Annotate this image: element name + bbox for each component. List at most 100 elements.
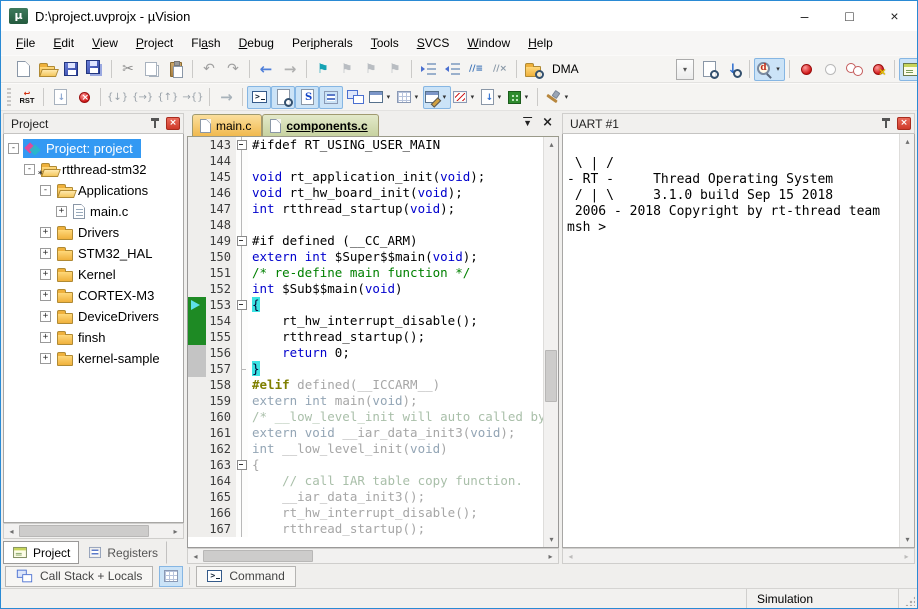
tab-registers[interactable]: Registers <box>79 541 167 564</box>
code-line[interactable]: 167 rtthread_startup(); <box>188 521 543 537</box>
tree-item-stm32-hal[interactable]: +STM32_HAL <box>4 243 183 264</box>
project-window-toggle-button[interactable] <box>899 58 918 81</box>
code-line[interactable]: 157} <box>188 361 543 377</box>
undo-button[interactable]: ↶ <box>197 58 221 81</box>
dropdown-arrow-icon[interactable]: ▾ <box>521 93 531 101</box>
registers-window-button[interactable] <box>319 86 343 109</box>
paste-button[interactable] <box>164 58 188 81</box>
code-line[interactable]: 158#elif defined(__ICCARM__) <box>188 377 543 393</box>
tree-item-cortex-m3[interactable]: +CORTEX-M3 <box>4 285 183 306</box>
show-next-statement-button[interactable] <box>48 86 72 109</box>
menu-tools[interactable]: Tools <box>362 33 408 53</box>
menu-file[interactable]: File <box>7 33 44 53</box>
scroll-down-icon[interactable]: ▾ <box>544 532 559 547</box>
callstack-window-button[interactable] <box>343 86 367 109</box>
tree-item-kernel-sample[interactable]: +kernel-sample <box>4 348 183 369</box>
fold-collapse-icon[interactable] <box>236 457 248 473</box>
insert-breakpoint-button[interactable] <box>794 58 818 81</box>
code-line[interactable]: 149#if defined (__CC_ARM) <box>188 233 543 249</box>
scroll-right-icon[interactable]: ▸ <box>543 549 558 564</box>
resize-grip[interactable] <box>899 589 917 608</box>
command-window-button[interactable] <box>247 86 271 109</box>
scroll-thumb[interactable] <box>19 525 149 537</box>
tree-expander-icon[interactable]: + <box>40 332 51 343</box>
tree-item-drivers[interactable]: +Drivers <box>4 222 183 243</box>
pin-icon[interactable] <box>881 118 891 130</box>
uncomment-button[interactable]: //× <box>488 58 512 81</box>
comment-button[interactable]: //≡ <box>464 58 488 81</box>
code-line[interactable]: 152int $Sub$$main(void) <box>188 281 543 297</box>
editor-tab-main-c[interactable]: main.c <box>192 114 262 136</box>
tree-expander-icon[interactable]: + <box>40 227 51 238</box>
outdent-button[interactable] <box>440 58 464 81</box>
code-line[interactable]: 145void rt_application_init(void); <box>188 169 543 185</box>
scroll-right-icon[interactable]: ▸ <box>899 549 914 564</box>
code-line[interactable]: 156 return 0; <box>188 345 543 361</box>
scroll-thumb[interactable] <box>545 350 557 402</box>
call-stack-tab[interactable]: Call Stack + Locals <box>5 566 153 587</box>
maximize-button[interactable]: □ <box>827 1 872 31</box>
code-line[interactable]: 160/* __low_level_init will auto called … <box>188 409 543 425</box>
editor-vscrollbar[interactable]: ▴ ▾ <box>543 137 558 547</box>
toolbar-grip[interactable] <box>7 88 11 106</box>
disassembly-window-button[interactable] <box>271 86 295 109</box>
save-button[interactable] <box>59 58 83 81</box>
menu-flash[interactable]: Flash <box>182 33 229 53</box>
menu-svcs[interactable]: SVCS <box>408 33 459 53</box>
code-line[interactable]: 151/* re-define main function */ <box>188 265 543 281</box>
tree-expander-icon[interactable]: + <box>40 269 51 280</box>
copy-button[interactable] <box>140 58 164 81</box>
serial-window-button[interactable]: ▾ <box>423 86 451 109</box>
memory-window-button[interactable]: ▾ <box>395 86 423 109</box>
fold-collapse-icon[interactable] <box>236 233 248 249</box>
toolbox-button[interactable]: ▾ <box>506 86 533 109</box>
project-panel-close-icon[interactable]: × <box>166 117 180 130</box>
tree-item-devicedrivers[interactable]: +DeviceDrivers <box>4 306 183 327</box>
menu-peripherals[interactable]: Peripherals <box>283 33 362 53</box>
code-line[interactable]: 144 <box>188 153 543 169</box>
close-button[interactable]: × <box>872 1 917 31</box>
fold-collapse-icon[interactable] <box>236 297 248 313</box>
dropdown-arrow-icon[interactable]: ▾ <box>467 93 477 101</box>
minimize-button[interactable]: – <box>782 1 827 31</box>
code-line[interactable]: 154 rt_hw_interrupt_disable(); <box>188 313 543 329</box>
bookmark-clear-button[interactable]: ⚑ <box>383 58 407 81</box>
analysis-window-button[interactable]: ▾ <box>451 86 479 109</box>
scroll-up-icon[interactable]: ▴ <box>544 137 559 152</box>
editor-tab-components-c[interactable]: components.c <box>262 114 378 136</box>
code-line[interactable]: 143#ifdef RT_USING_USER_MAIN <box>188 137 543 153</box>
tab-project[interactable]: Project <box>3 541 79 564</box>
scroll-left-icon[interactable]: ◂ <box>4 524 19 539</box>
code-line[interactable]: 162int __low_level_init(void) <box>188 441 543 457</box>
enable-breakpoint-button[interactable] <box>818 58 842 81</box>
find-button[interactable]: ▾ <box>754 58 785 81</box>
scroll-left-icon[interactable]: ◂ <box>563 549 578 564</box>
bookmark-toggle-button[interactable]: ⚑ <box>311 58 335 81</box>
code-line[interactable]: 148 <box>188 217 543 233</box>
dropdown-arrow-icon[interactable]: ▾ <box>383 93 393 101</box>
code-editor[interactable]: 143#ifdef RT_USING_USER_MAIN144145void r… <box>188 137 543 547</box>
code-line[interactable]: 161extern void __iar_data_init3(void); <box>188 425 543 441</box>
tree-expander-icon[interactable]: + <box>40 290 51 301</box>
fold-collapse-icon[interactable] <box>236 137 248 153</box>
redo-button[interactable]: ↷ <box>221 58 245 81</box>
tree-expander-icon[interactable]: - <box>8 143 19 154</box>
memory-window-quick-button[interactable] <box>159 566 183 587</box>
code-line[interactable]: 147int rtthread_startup(void); <box>188 201 543 217</box>
cut-button[interactable]: ✂ <box>116 58 140 81</box>
project-hscrollbar[interactable]: ◂ ▸ <box>3 523 184 539</box>
uart-vscrollbar[interactable]: ▴ ▾ <box>899 134 914 547</box>
code-line[interactable]: 146void rt_hw_board_init(void); <box>188 185 543 201</box>
tree-item-rtthread-stm32[interactable]: -*rtthread-stm32 <box>4 159 183 180</box>
step-over-button[interactable]: {→} <box>130 86 155 109</box>
tree-item-main-c[interactable]: +main.c <box>4 201 183 222</box>
editor-close-icon[interactable]: × <box>542 116 553 129</box>
editor-hscrollbar[interactable]: ◂ ▸ <box>187 548 559 564</box>
tree-expander-icon[interactable]: + <box>56 206 67 217</box>
tree-expander-icon[interactable]: - <box>24 164 35 175</box>
stop-button[interactable] <box>72 86 96 109</box>
scroll-right-icon[interactable]: ▸ <box>168 524 183 539</box>
open-file-button[interactable] <box>35 58 59 81</box>
tree-expander-icon[interactable]: + <box>40 353 51 364</box>
combo-dropdown-icon[interactable]: ▾ <box>676 59 694 80</box>
